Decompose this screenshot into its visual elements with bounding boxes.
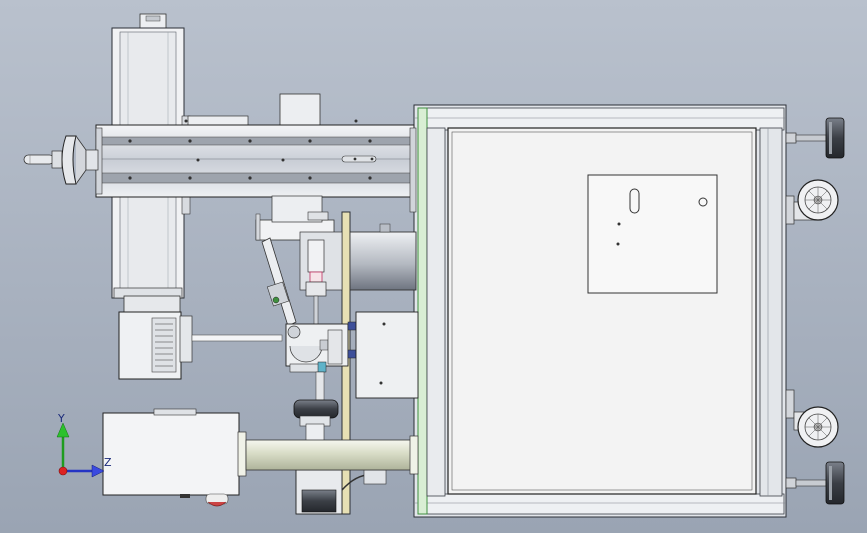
angled-strut	[261, 237, 297, 327]
bottom-motor	[295, 469, 387, 515]
caster-bottom	[785, 389, 839, 448]
control-box	[355, 311, 419, 399]
y-axis-label: Y	[58, 412, 65, 425]
cad-viewport[interactable]: Y Z	[0, 0, 867, 533]
handwheel	[23, 135, 99, 185]
rotary-stage	[293, 371, 339, 443]
coordinate-triad	[56, 422, 105, 478]
cabinet-frame	[413, 104, 787, 518]
spindle	[305, 239, 327, 327]
leveling-foot-top	[785, 117, 845, 159]
sensor-block	[285, 321, 357, 373]
beam-tube	[237, 431, 419, 477]
assembly-drawing	[23, 13, 845, 518]
leveling-foot-bottom	[785, 461, 845, 505]
column-motor	[118, 295, 283, 380]
origin-marker	[58, 466, 68, 476]
laser-housing	[102, 408, 240, 507]
z-axis-label: Z	[104, 456, 112, 469]
caster-top	[785, 179, 839, 225]
